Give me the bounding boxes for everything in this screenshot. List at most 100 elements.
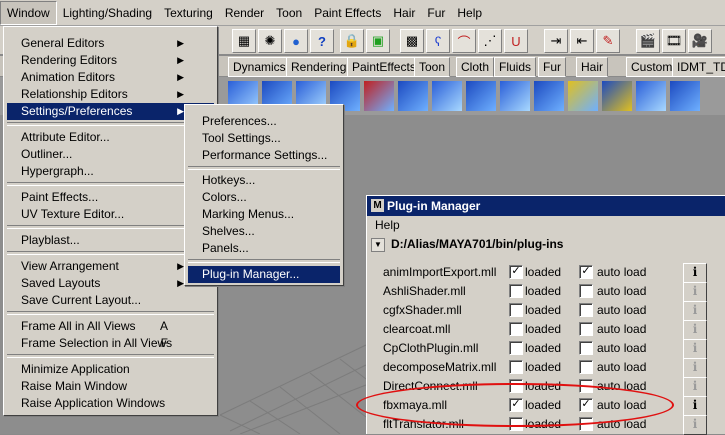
loaded-checkbox[interactable] (509, 360, 523, 374)
render-icon[interactable]: 🎬 (636, 29, 660, 53)
menu-item-animation-editors[interactable]: Animation Editors ▶ (7, 69, 214, 86)
magnet-icon[interactable]: U (504, 29, 528, 53)
plugin-info-button[interactable]: i (683, 282, 707, 302)
wedge-icon[interactable] (602, 81, 632, 111)
render-settings-icon[interactable]: 🎥 (688, 29, 712, 53)
auto-load-checkbox[interactable] (579, 284, 593, 298)
menu-lighting-shading[interactable]: Lighting/Shading (57, 2, 158, 24)
split-poly-icon[interactable] (500, 81, 530, 111)
smooth-icon[interactable] (636, 81, 666, 111)
loaded-checkbox[interactable] (509, 341, 523, 355)
select-box-icon[interactable]: ▣ (366, 29, 390, 53)
shelf-tab-dynamics[interactable]: Dynamics (228, 57, 291, 77)
menu-item-settings-preferences[interactable]: Settings/Preferences ▶ (7, 103, 214, 120)
plugin-info-button[interactable]: i (683, 358, 707, 378)
menu-item-save-current-layout[interactable]: Save Current Layout... (7, 292, 214, 309)
menu-item-raise-main-window[interactable]: Raise Main Window (7, 378, 214, 395)
menu-item-attribute-editor[interactable]: Attribute Editor... (7, 129, 214, 146)
menu-item-colors[interactable]: Colors... (188, 189, 340, 206)
menu-item-general-editors[interactable]: General Editors ▶ (7, 35, 214, 52)
menu-item-raise-application-windows[interactable]: Raise Application Windows (7, 395, 214, 412)
shelf-tab-fur[interactable]: Fur (538, 57, 566, 77)
poly-select-icon[interactable] (364, 81, 394, 111)
menu-help[interactable]: Help (451, 2, 488, 24)
shelf-tab-custom[interactable]: Custom (626, 57, 678, 77)
auto-load-checkbox[interactable]: ✓ (579, 265, 593, 279)
construction-history-icon[interactable]: ✎ (596, 29, 620, 53)
menu-hair[interactable]: Hair (387, 2, 421, 24)
menu-item-saved-layouts[interactable]: Saved Layouts ▶ (7, 275, 214, 292)
menu-texturing[interactable]: Texturing (158, 2, 219, 24)
loaded-checkbox[interactable] (509, 322, 523, 336)
menu-item-uv-texture-editor[interactable]: UV Texture Editor... (7, 206, 214, 223)
menu-item-preferences[interactable]: Preferences... (188, 113, 340, 130)
snap-grid-icon[interactable]: ▦ (232, 29, 256, 53)
menu-item-paint-effects[interactable]: Paint Effects... (7, 189, 214, 206)
loaded-checkbox[interactable]: ✓ (509, 265, 523, 279)
lock-icon[interactable]: 🔒 (340, 29, 364, 53)
cut-faces-icon[interactable] (568, 81, 598, 111)
light-icon[interactable]: ✺ (258, 29, 282, 53)
menu-window[interactable]: Window (0, 0, 57, 25)
shelf-tab-painteffects[interactable]: PaintEffects (347, 57, 421, 77)
plugin-info-button[interactable]: i (683, 415, 707, 435)
menu-item-plug-in-manager[interactable]: Plug-in Manager... (188, 266, 340, 283)
curve-icon[interactable]: ʕ (426, 29, 450, 53)
shelf-tab-toon[interactable]: Toon (414, 57, 451, 77)
menu-paint-effects[interactable]: Paint Effects (308, 2, 387, 24)
help-icon[interactable]: ? (310, 29, 334, 53)
shelf-tab-fluids[interactable]: Fluids (494, 57, 537, 77)
menu-render[interactable]: Render (219, 2, 270, 24)
merge-icon[interactable] (534, 81, 564, 111)
menu-item-performance-settings[interactable]: Performance Settings... (188, 147, 340, 164)
menu-item-rendering-editors[interactable]: Rendering Editors ▶ (7, 52, 214, 69)
help-menu[interactable]: Help (375, 218, 400, 232)
menu-item-panels[interactable]: Panels... (188, 240, 340, 257)
sphere-icon[interactable]: ● (284, 29, 308, 53)
snap-curve-icon[interactable]: ⌒ (452, 29, 476, 53)
menu-item-view-arrangement[interactable]: View Arrangement ▶ (7, 258, 214, 275)
auto-load-checkbox[interactable] (579, 360, 593, 374)
snap-point-icon[interactable]: ⋰ (478, 29, 502, 53)
plugin-info-button[interactable]: i (683, 377, 707, 397)
menu-item-frame-selection-in-all-views[interactable]: Frame Selection in All Views F (7, 335, 214, 352)
auto-load-checkbox[interactable] (579, 303, 593, 317)
plugin-info-button[interactable]: i (683, 396, 707, 416)
menu-item-relationship-editors[interactable]: Relationship Editors ▶ (7, 86, 214, 103)
auto-load-checkbox[interactable] (579, 322, 593, 336)
window-title: Plug-in Manager (387, 199, 481, 213)
loaded-checkbox[interactable] (509, 303, 523, 317)
grid-icon[interactable]: ▩ (400, 29, 424, 53)
menu-item-frame-all-in-all-views[interactable]: Frame All in All Views A (7, 318, 214, 335)
menu-item-tool-settings[interactable]: Tool Settings... (188, 130, 340, 147)
menu-item-marking-menus[interactable]: Marking Menus... (188, 206, 340, 223)
plugin-info-button[interactable]: i (683, 320, 707, 340)
shelf-tab-cloth[interactable]: Cloth (456, 57, 495, 77)
menu-item-shelves[interactable]: Shelves... (188, 223, 340, 240)
input-icon[interactable]: ⇥ (544, 29, 568, 53)
auto-load-checkbox[interactable] (579, 341, 593, 355)
shelf-tab-hair[interactable]: Hair (576, 57, 609, 77)
loaded-checkbox[interactable] (509, 284, 523, 298)
ipr-render-icon[interactable]: 🎞 (662, 29, 686, 53)
plugin-path-header[interactable]: ▼ D:/Alias/MAYA701/bin/plug-ins (371, 235, 725, 253)
plugin-info-button[interactable]: i (683, 263, 707, 283)
combine-icon[interactable] (670, 81, 700, 111)
menu-item-playblast[interactable]: Playblast... (7, 232, 214, 249)
plugin-info-button[interactable]: i (683, 301, 707, 321)
output-icon[interactable]: ⇤ (570, 29, 594, 53)
plugin-manager-title-bar[interactable]: M Plug-in Manager (367, 196, 725, 216)
menu-item-hotkeys[interactable]: Hotkeys... (188, 172, 340, 189)
menu-item-minimize-application[interactable]: Minimize Application (7, 361, 214, 378)
menu-item-outliner[interactable]: Outliner... (7, 146, 214, 163)
menu-toon[interactable]: Toon (270, 2, 308, 24)
bevel-icon[interactable] (466, 81, 496, 111)
shelf-tab-rendering[interactable]: Rendering (286, 57, 352, 77)
menu-fur[interactable]: Fur (421, 2, 451, 24)
extrude-edge-icon[interactable] (432, 81, 462, 111)
plugin-info-button[interactable]: i (683, 339, 707, 359)
menu-item-hypergraph[interactable]: Hypergraph... (7, 163, 214, 180)
extrude-face-icon[interactable] (398, 81, 428, 111)
shelf-tab-idmt-td[interactable]: IDMT_TD (672, 57, 725, 77)
collapse-triangle-icon[interactable]: ▼ (371, 237, 385, 252)
